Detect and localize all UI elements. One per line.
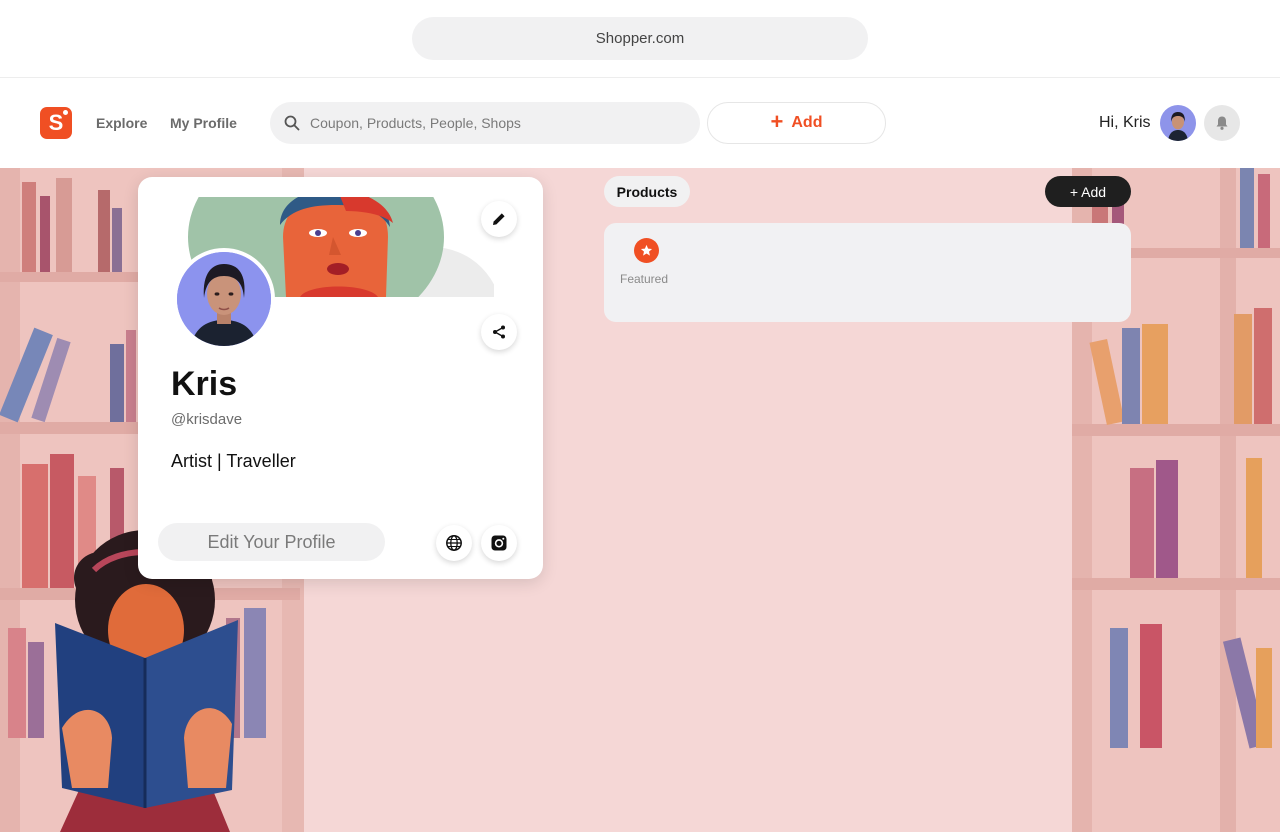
- edit-profile-label: Edit Your Profile: [207, 531, 336, 552]
- nav-explore-link[interactable]: Explore: [96, 115, 147, 131]
- add-product-label: + Add: [1069, 183, 1107, 200]
- logo-letter: S: [48, 110, 64, 135]
- star-icon: [640, 244, 653, 256]
- add-button[interactable]: + Add: [707, 102, 886, 144]
- instagram-link-button[interactable]: [481, 525, 517, 561]
- notifications-button[interactable]: [1204, 105, 1240, 141]
- website-link-button[interactable]: [436, 525, 472, 561]
- featured-collection-card[interactable]: Featured: [604, 223, 1131, 322]
- globe-icon: [446, 535, 462, 551]
- profile-bio: Artist | Traveller: [171, 451, 296, 471]
- search-bar[interactable]: [270, 102, 700, 144]
- profile-avatar[interactable]: [173, 248, 275, 350]
- pencil-icon: [493, 213, 505, 225]
- edit-banner-button[interactable]: [481, 201, 517, 237]
- app-header: S Explore My Profile + Add Hi, Kris: [0, 79, 1280, 168]
- profile-name: Kris: [171, 365, 238, 403]
- profile-handle: @krisdave: [171, 411, 243, 428]
- share-button[interactable]: [481, 314, 517, 350]
- plus-icon: +: [770, 109, 784, 134]
- url-text: Shopper.com: [595, 30, 685, 47]
- add-button-label: Add: [791, 114, 823, 131]
- tab-products-label: Products: [616, 183, 678, 200]
- edit-profile-button[interactable]: Edit Your Profile: [158, 523, 385, 561]
- nav-my-profile-link[interactable]: My Profile: [170, 115, 237, 131]
- header-avatar[interactable]: [1160, 105, 1196, 141]
- search-input[interactable]: [310, 115, 670, 131]
- featured-label: Featured: [620, 272, 669, 286]
- share-icon: [493, 325, 505, 339]
- profile-card: Kris @krisdave Artist | Traveller Edit Y…: [138, 177, 543, 579]
- featured-badge: [634, 238, 659, 263]
- instagram-icon: [491, 535, 507, 551]
- tab-products[interactable]: Products: [604, 176, 690, 207]
- search-icon: [284, 115, 300, 131]
- url-bar[interactable]: Shopper.com: [412, 17, 868, 60]
- shopper-logo[interactable]: S: [40, 107, 72, 139]
- browser-bar: Shopper.com: [0, 0, 1280, 78]
- logo-dot: [63, 110, 68, 115]
- greeting-text: Hi, Kris: [1099, 114, 1151, 131]
- add-product-button[interactable]: + Add: [1045, 176, 1131, 207]
- bell-icon: [1216, 116, 1228, 130]
